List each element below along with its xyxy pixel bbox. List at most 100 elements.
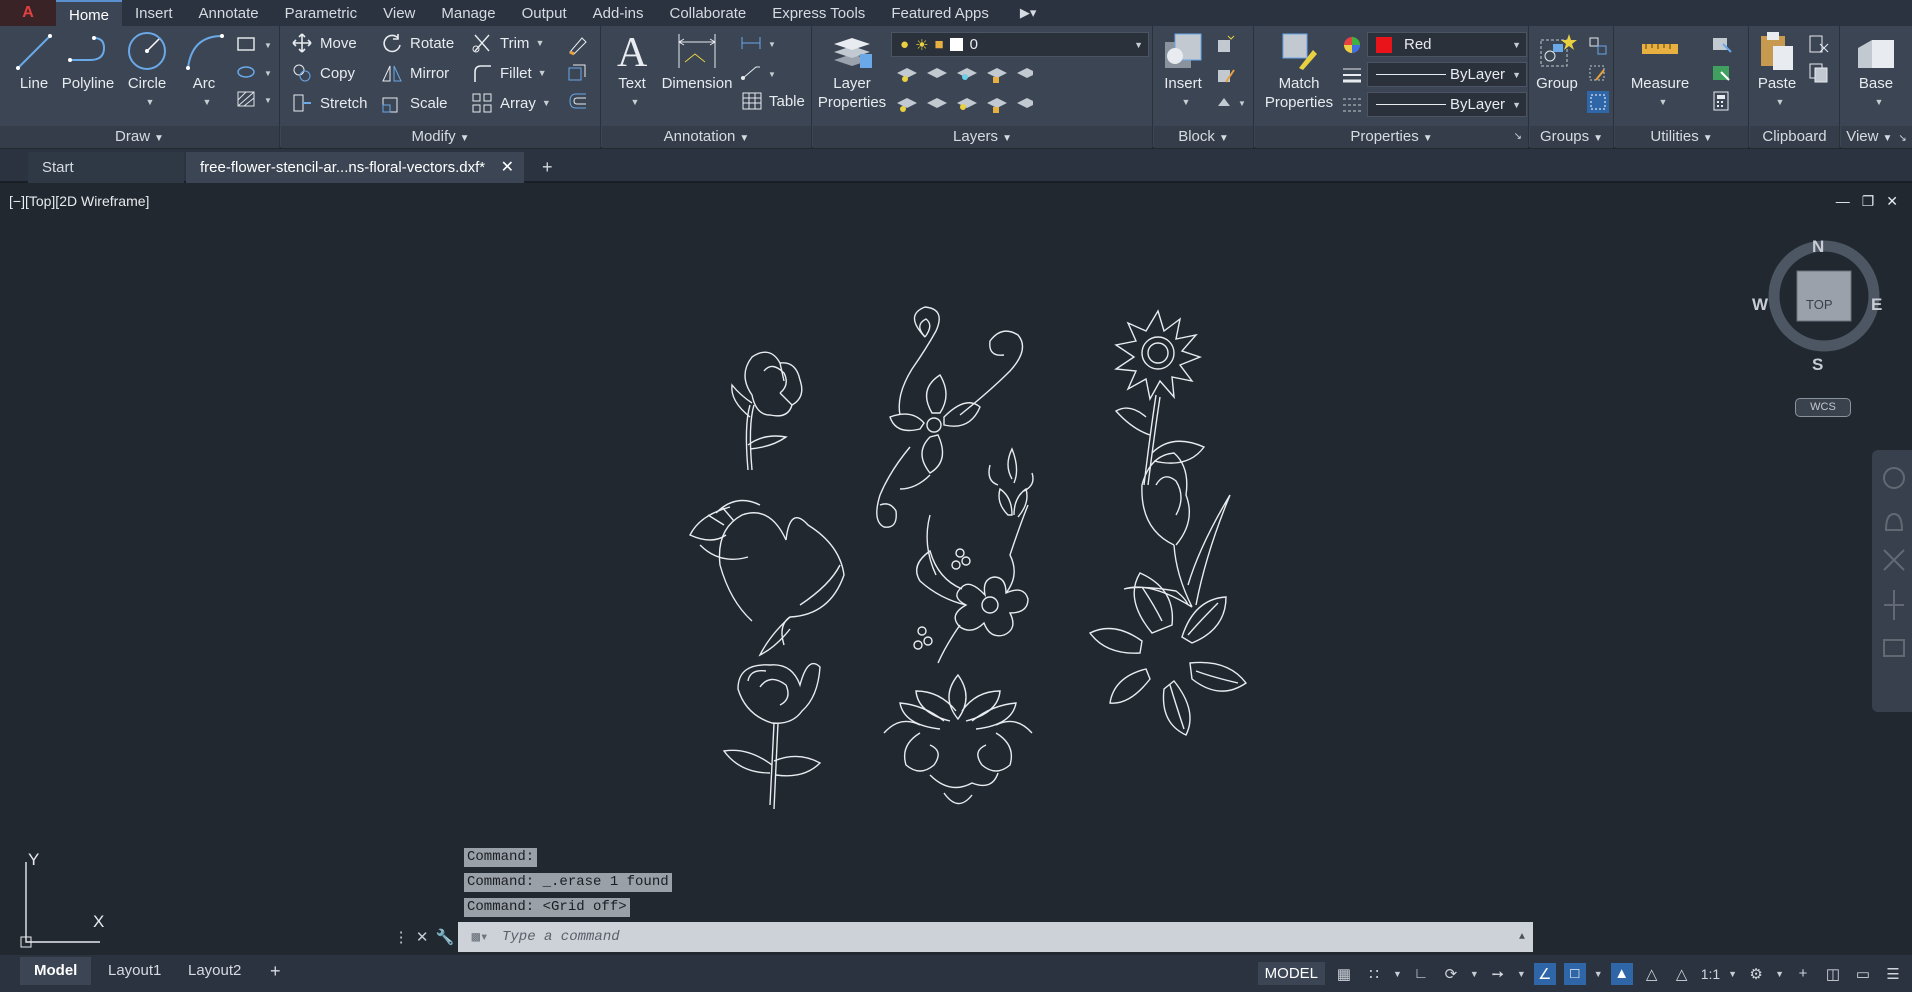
tab-view[interactable]: View — [370, 0, 428, 26]
hatch-icon[interactable]: ▼ — [236, 90, 272, 108]
annotation-panel-title[interactable]: Annotation ▼ — [602, 126, 811, 148]
fillet-button[interactable]: Fillet ▼ — [471, 60, 547, 86]
object-snap-tracking-icon[interactable]: ➙ — [1487, 963, 1509, 985]
linear-dimension-icon[interactable]: ▼ — [740, 33, 780, 53]
grid-icon[interactable]: ▦ — [1333, 963, 1355, 985]
match-properties-button[interactable]: Match Properties — [1263, 30, 1335, 112]
insert-dropdown-icon[interactable]: ▼ — [1182, 93, 1191, 112]
add-plus-icon[interactable]: + — [1792, 963, 1814, 985]
sunflower-drawing[interactable] — [1113, 309, 1206, 486]
tab-output[interactable]: Output — [509, 0, 580, 26]
layout1-tab[interactable]: Layout1 — [94, 957, 175, 985]
customize-wrench-icon[interactable]: 🔧 — [436, 928, 455, 946]
group-selection-icon[interactable] — [1586, 90, 1610, 114]
line-button[interactable]: Line — [14, 30, 54, 93]
circle-dropdown-icon[interactable]: ▼ — [146, 93, 155, 112]
ribbon-options-icon[interactable]: ▶▾ — [1020, 5, 1037, 21]
compass-east[interactable]: E — [1871, 295, 1882, 315]
command-history-toggle-icon[interactable]: ▲ — [1519, 932, 1525, 943]
copy-button[interactable]: Copy — [291, 60, 355, 86]
paste-dropdown-icon[interactable]: ▼ — [1776, 93, 1785, 112]
cut-icon[interactable] — [1806, 34, 1832, 56]
grip-icon[interactable]: ⋮ — [394, 928, 409, 946]
model-space-button[interactable]: MODEL — [1257, 962, 1325, 985]
color-wheel-icon[interactable] — [1341, 34, 1363, 56]
ortho-icon[interactable]: ∟ — [1410, 963, 1432, 985]
daisy-drawing[interactable] — [731, 351, 803, 471]
tab-home[interactable]: Home — [56, 0, 123, 26]
insert-button[interactable]: Insert ▼ — [1158, 30, 1208, 112]
flower-drawings[interactable] — [0, 185, 1912, 955]
utilities-panel-title[interactable]: Utilities ▼ — [1615, 126, 1748, 148]
dimension-button[interactable]: Dimension — [658, 30, 736, 93]
arc-dropdown-icon[interactable]: ▼ — [203, 93, 212, 112]
application-menu-icon[interactable]: A — [0, 0, 56, 26]
tab-express-tools[interactable]: Express Tools — [759, 0, 878, 26]
viewcube-top-face[interactable]: TOP — [1806, 297, 1833, 312]
tab-insert[interactable]: Insert — [122, 0, 186, 26]
mirror-button[interactable]: Mirror — [381, 60, 449, 86]
stretch-button[interactable]: Stretch — [291, 90, 368, 116]
star-flower-drawing[interactable] — [1088, 572, 1247, 736]
modify-panel-title[interactable]: Modify ▼ — [281, 126, 600, 148]
color-dropdown[interactable]: Red ▼ — [1367, 32, 1527, 57]
lotus-drawing[interactable] — [883, 673, 1033, 805]
customization-menu-icon[interactable]: ☰ — [1882, 963, 1904, 985]
tulip-drawing[interactable] — [1123, 452, 1231, 608]
calculator-icon[interactable] — [1709, 90, 1735, 112]
linetype-dropdown[interactable]: ByLayer ▼ — [1367, 92, 1527, 117]
tab-annotate[interactable]: Annotate — [186, 0, 272, 26]
edit-block-icon[interactable] — [1214, 64, 1238, 86]
tab-featured-apps[interactable]: Featured Apps — [878, 0, 1002, 26]
group-button[interactable]: Group — [1534, 30, 1580, 93]
compass-south[interactable]: S — [1812, 355, 1823, 375]
new-tab-icon[interactable]: + — [528, 152, 568, 183]
close-tab-icon[interactable]: ✕ — [501, 152, 514, 183]
clipboard-panel-title[interactable]: Clipboard — [1750, 126, 1839, 148]
start-tab[interactable]: Start — [28, 152, 184, 183]
select-all-icon[interactable] — [1709, 62, 1735, 84]
rectangle-icon[interactable]: ▼ — [236, 35, 272, 53]
properties-panel-title[interactable]: Properties ▼ ↘ — [1255, 126, 1528, 148]
panel-launcher-icon[interactable]: ↘ — [1514, 126, 1522, 148]
groups-panel-title[interactable]: Groups ▼ — [1530, 126, 1613, 148]
drawing-file-tab[interactable]: free-flower-stencil-ar...ns-floral-vecto… — [186, 152, 524, 183]
explode-icon[interactable] — [566, 62, 588, 84]
offset-icon[interactable] — [566, 90, 588, 112]
circle-button[interactable]: Circle ▼ — [124, 30, 170, 112]
bouquet-drawing[interactable] — [913, 447, 1034, 664]
workspace-gear-icon[interactable]: ⚙ — [1745, 963, 1767, 985]
group-edit-icon[interactable] — [1586, 62, 1610, 84]
object-snap-icon[interactable]: □ — [1563, 962, 1586, 985]
block-attributes-icon[interactable]: ▼ — [1214, 92, 1250, 114]
draw-panel-title[interactable]: Draw ▼ — [0, 126, 279, 148]
erase-icon[interactable] — [566, 34, 588, 56]
layer-properties-button[interactable]: Layer Properties — [818, 30, 886, 112]
view-panel-title[interactable]: View ▼ ↘ — [1841, 126, 1912, 148]
snap-icon[interactable]: ∷ — [1363, 963, 1385, 985]
trim-button[interactable]: Trim ▼ — [471, 30, 544, 56]
recent-commands-icon[interactable]: ▩▾ — [458, 922, 502, 952]
copy-clip-icon[interactable] — [1806, 62, 1832, 84]
swirl-flower-drawing[interactable] — [876, 306, 1024, 528]
layers-panel-title[interactable]: Layers ▼ — [813, 126, 1152, 148]
linetype-icon[interactable] — [1341, 94, 1363, 116]
leader-icon[interactable]: ▼ — [740, 63, 780, 83]
compass-north[interactable]: N — [1812, 237, 1824, 257]
rotate-button[interactable]: Rotate — [381, 30, 454, 56]
measure-dropdown-icon[interactable]: ▼ — [1659, 93, 1668, 112]
text-dropdown-icon[interactable]: ▼ — [631, 93, 640, 112]
block-panel-title[interactable]: Block ▼ — [1154, 126, 1253, 148]
wcs-menu[interactable]: WCS — [1795, 398, 1851, 417]
command-input[interactable]: ▩▾ Type a command ▲ — [458, 922, 1533, 952]
isolate-objects-icon[interactable]: ◫ — [1822, 963, 1844, 985]
scale-value[interactable]: 1:1 — [1701, 966, 1720, 982]
add-layout-icon[interactable]: + — [256, 957, 295, 985]
close-command-line-icon[interactable]: ✕ — [416, 928, 429, 946]
text-button[interactable]: A Text ▼ — [612, 30, 652, 112]
lily-drawing[interactable] — [689, 499, 845, 657]
table-button[interactable]: Table — [742, 88, 805, 114]
base-view-button[interactable]: Base ▼ — [1851, 30, 1901, 112]
array-button[interactable]: Array ▼ — [471, 90, 551, 116]
isometric-drafting-icon[interactable]: ∠ — [1533, 962, 1556, 985]
